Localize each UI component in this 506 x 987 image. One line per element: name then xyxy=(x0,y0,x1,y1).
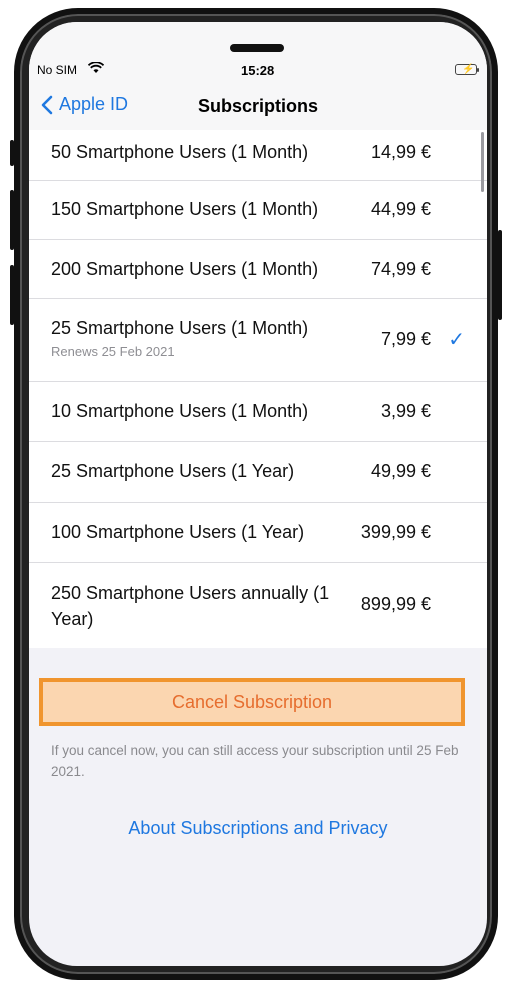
subscription-option[interactable]: 100 Smartphone Users (1 Year) 399,99 € xyxy=(29,503,487,563)
status-bar: No SIM 15:28 ⚡ xyxy=(29,22,487,82)
option-price: 3,99 € xyxy=(380,401,431,421)
screen: No SIM 15:28 ⚡ Apple ID Subscriptions 50… xyxy=(29,22,487,966)
checkmark-icon: ✓ xyxy=(448,329,465,351)
option-price: 7,99 € xyxy=(380,329,431,349)
volume-up-button xyxy=(10,190,14,250)
option-price: 899,99 € xyxy=(360,594,431,614)
subscription-option[interactable]: 50 Smartphone Users (1 Month) 14,99 € xyxy=(29,130,487,181)
renewal-date: Renews 25 Feb 2021 xyxy=(51,344,175,359)
option-price: 49,99 € xyxy=(370,461,431,481)
navigation-bar: Apple ID Subscriptions xyxy=(29,82,487,131)
option-name: 50 Smartphone Users (1 Month) xyxy=(51,142,309,162)
page-title: Subscriptions xyxy=(197,96,318,116)
subscription-option[interactable]: 150 Smartphone Users (1 Month) 44,99 € xyxy=(29,181,487,240)
option-price: 14,99 € xyxy=(370,142,431,162)
side-button xyxy=(10,140,14,166)
speaker-notch xyxy=(230,44,284,52)
option-price: 399,99 € xyxy=(360,522,431,542)
carrier-label: No SIM xyxy=(37,63,78,77)
scroll-indicator[interactable] xyxy=(481,132,484,192)
option-name: 10 Smartphone Users (1 Month) xyxy=(51,401,309,421)
option-name: 250 Smartphone Users annually (1 Year) xyxy=(51,583,330,629)
power-button xyxy=(498,230,502,320)
about-subscriptions-privacy-link[interactable]: About Subscriptions and Privacy xyxy=(29,818,487,839)
subscription-option[interactable]: 200 Smartphone Users (1 Month) 74,99 € xyxy=(29,240,487,299)
option-name: 200 Smartphone Users (1 Month) xyxy=(51,259,319,279)
subscriptions-list: 50 Smartphone Users (1 Month) 14,99 € 15… xyxy=(29,130,487,648)
subscription-option[interactable]: 250 Smartphone Users annually (1 Year) 8… xyxy=(29,563,487,648)
wifi-icon xyxy=(87,61,105,79)
option-price: 74,99 € xyxy=(370,259,431,279)
option-name: 25 Smartphone Users (1 Year) xyxy=(51,461,295,481)
subscription-option[interactable]: 10 Smartphone Users (1 Month) 3,99 € xyxy=(29,382,487,442)
cancellation-note: If you cancel now, you can still access … xyxy=(51,743,459,779)
option-price: 44,99 € xyxy=(370,199,431,219)
volume-down-button xyxy=(10,265,14,325)
subscription-option-selected[interactable]: 25 Smartphone Users (1 Month) Renews 25 … xyxy=(29,299,487,382)
option-name: 150 Smartphone Users (1 Month) xyxy=(51,199,319,219)
option-name: 25 Smartphone Users (1 Month) xyxy=(51,318,309,338)
option-name: 100 Smartphone Users (1 Year) xyxy=(51,522,305,542)
subscription-option[interactable]: 25 Smartphone Users (1 Year) 49,99 € xyxy=(29,442,487,503)
clock: 15:28 xyxy=(241,63,275,78)
cancel-subscription-button[interactable]: Cancel Subscription xyxy=(39,678,465,726)
battery-charging-icon: ⚡ xyxy=(455,64,479,75)
